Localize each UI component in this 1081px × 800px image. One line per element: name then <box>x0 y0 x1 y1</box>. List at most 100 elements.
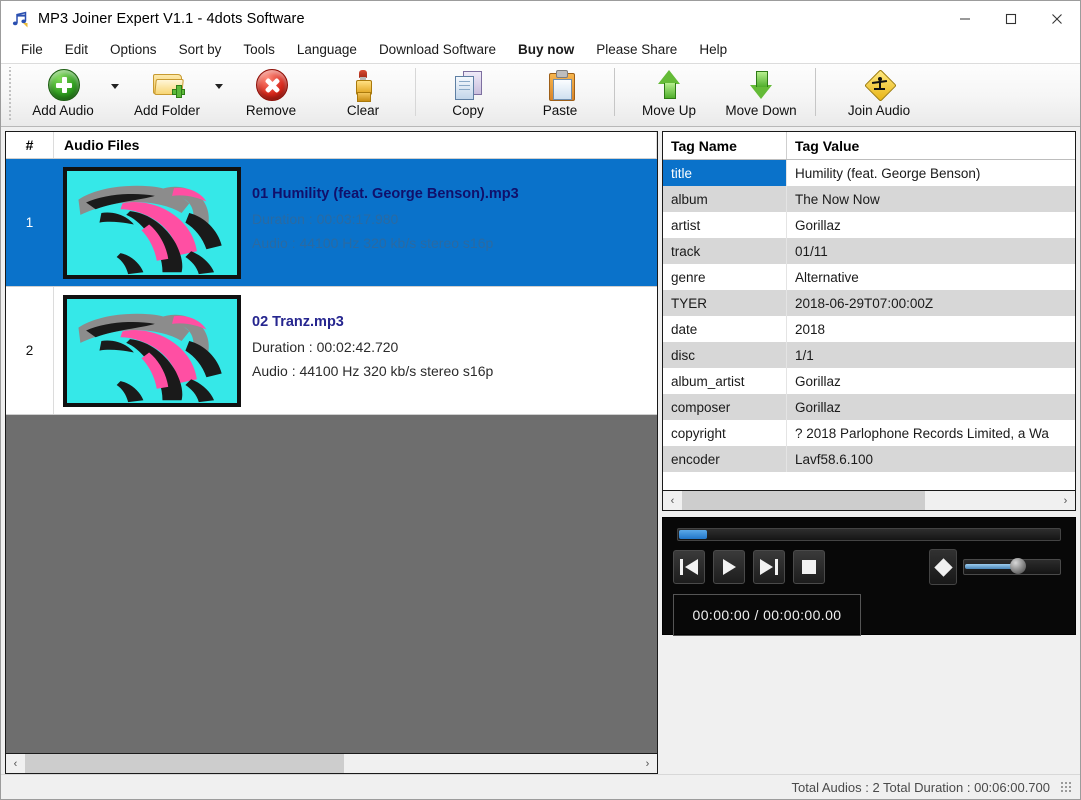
resize-grip[interactable] <box>1060 781 1072 793</box>
close-button[interactable] <box>1034 1 1080 36</box>
mute-icon[interactable] <box>929 549 957 585</box>
join-audio-button[interactable]: Join Audio <box>824 64 934 122</box>
application-window: MP3 Joiner Expert V1.1 - 4dots Software … <box>0 0 1081 800</box>
copy-button[interactable]: Copy <box>422 64 514 122</box>
media-player: 00:00:00 / 00:00:00.00 <box>662 517 1076 636</box>
main-content: # Audio Files 1 01 Humility (feat. Georg… <box>1 127 1080 774</box>
audio-list-horizontal-scrollbar[interactable]: ‹ › <box>6 753 657 773</box>
table-row[interactable]: composer Gorillaz <box>663 394 1075 420</box>
add-audio-dropdown-icon[interactable] <box>109 64 121 122</box>
clear-brush-icon <box>346 69 380 102</box>
status-bar: Total Audios : 2 Total Duration : 00:06:… <box>1 774 1080 799</box>
menu-download-software[interactable]: Download Software <box>368 38 507 61</box>
row-metadata: 01 Humility (feat. George Benson).mp3 Du… <box>250 159 657 286</box>
table-row[interactable]: encoder Lavf58.6.100 <box>663 446 1075 472</box>
tag-name: date <box>663 316 787 342</box>
table-row[interactable]: artist Gorillaz <box>663 212 1075 238</box>
scroll-left-icon[interactable]: ‹ <box>663 491 682 510</box>
table-row[interactable]: genre Alternative <box>663 264 1075 290</box>
tag-value: Gorillaz <box>787 368 1075 394</box>
move-down-arrow-icon <box>744 69 778 101</box>
menu-sort-by[interactable]: Sort by <box>168 38 233 61</box>
tag-value: Gorillaz <box>787 212 1075 238</box>
window-controls <box>942 1 1080 36</box>
transport-controls <box>673 549 1065 585</box>
tag-name: TYER <box>663 290 787 316</box>
remove-label: Remove <box>245 103 297 118</box>
scrollbar-thumb[interactable] <box>25 754 344 773</box>
table-row[interactable]: track 01/11 <box>663 238 1075 264</box>
menu-please-share[interactable]: Please Share <box>585 38 688 61</box>
stop-icon[interactable] <box>793 550 825 584</box>
minimize-button[interactable] <box>942 1 988 36</box>
volume-controls <box>929 549 1065 585</box>
tag-table-panel: Tag Name Tag Value title Humility (feat.… <box>662 131 1076 511</box>
tag-name: genre <box>663 264 787 290</box>
volume-level <box>965 564 1015 569</box>
table-row[interactable]: album_artist Gorillaz <box>663 368 1075 394</box>
table-row[interactable]: TYER 2018-06-29T07:00:00Z <box>663 290 1075 316</box>
toolbar-separator-3 <box>815 68 816 116</box>
play-icon[interactable] <box>713 550 745 584</box>
window-title: MP3 Joiner Expert V1.1 - 4dots Software <box>38 10 305 27</box>
row-audio-info: Audio : 44100 Hz 320 kb/s stereo s16p <box>252 363 494 379</box>
add-folder-button[interactable]: Add Folder <box>121 64 213 122</box>
scrollbar-track[interactable] <box>25 754 638 773</box>
row-index: 1 <box>6 159 54 286</box>
table-row[interactable]: 1 01 Humility (feat. George Benson).mp3 … <box>6 159 657 287</box>
paste-icon <box>543 69 577 101</box>
table-row[interactable]: 2 02 Tranz.mp3 Duration: 00:02:42.720 A… <box>6 287 657 415</box>
menu-edit[interactable]: Edit <box>54 38 99 61</box>
seek-slider[interactable] <box>677 528 1061 541</box>
menu-file[interactable]: File <box>10 38 54 61</box>
album-art-cell <box>54 159 250 286</box>
toolbar-separator-2 <box>614 68 615 116</box>
clear-button[interactable]: Clear <box>317 64 409 122</box>
tag-table-horizontal-scrollbar[interactable]: ‹ › <box>663 490 1075 510</box>
table-row[interactable]: date 2018 <box>663 316 1075 342</box>
previous-track-icon[interactable] <box>673 550 705 584</box>
menu-buy-now[interactable]: Buy now <box>507 38 585 61</box>
move-down-button[interactable]: Move Down <box>715 64 807 122</box>
scrollbar-track[interactable] <box>682 491 1056 510</box>
tag-value: The Now Now <box>787 186 1075 212</box>
add-audio-button[interactable]: Add Audio <box>17 64 109 122</box>
volume-slider[interactable] <box>963 558 1061 575</box>
table-row[interactable]: title Humility (feat. George Benson) <box>663 160 1075 186</box>
remove-button[interactable]: Remove <box>225 64 317 122</box>
row-duration: Duration : 00:03:17.980 <box>252 211 399 227</box>
tag-name: album_artist <box>663 368 787 394</box>
menu-bar: File Edit Options Sort by Tools Language… <box>1 36 1080 64</box>
join-audio-label: Join Audio <box>847 103 911 118</box>
menu-tools[interactable]: Tools <box>232 38 286 61</box>
menu-help[interactable]: Help <box>688 38 738 61</box>
add-folder-dropdown-icon[interactable] <box>213 64 225 122</box>
audio-file-list-panel: # Audio Files 1 01 Humility (feat. Georg… <box>5 131 658 774</box>
scroll-right-icon[interactable]: › <box>1056 491 1075 510</box>
move-up-button[interactable]: Move Up <box>623 64 715 122</box>
table-row[interactable]: disc 1/1 <box>663 342 1075 368</box>
scroll-right-icon[interactable]: › <box>638 754 657 773</box>
column-header-number[interactable]: # <box>6 132 54 158</box>
paste-button[interactable]: Paste <box>514 64 606 122</box>
volume-knob[interactable] <box>1010 558 1026 574</box>
move-up-label: Move Up <box>641 103 697 118</box>
menu-language[interactable]: Language <box>286 38 368 61</box>
maximize-button[interactable] <box>988 1 1034 36</box>
row-audio-info: Audio : 44100 Hz 320 kb/s stereo s16p <box>252 235 494 251</box>
scrollbar-thumb[interactable] <box>682 491 926 510</box>
tag-value: 1/1 <box>787 342 1075 368</box>
table-row[interactable]: album The Now Now <box>663 186 1075 212</box>
toolbar-grip[interactable] <box>7 67 13 121</box>
next-track-icon[interactable] <box>753 550 785 584</box>
column-header-tag-value[interactable]: Tag Value <box>787 132 1075 159</box>
paste-label: Paste <box>542 103 578 118</box>
column-header-tag-name[interactable]: Tag Name <box>663 132 787 159</box>
clear-label: Clear <box>346 103 380 118</box>
menu-options[interactable]: Options <box>99 38 168 61</box>
scroll-left-icon[interactable]: ‹ <box>6 754 25 773</box>
music-note-icon <box>11 10 29 28</box>
tag-name: track <box>663 238 787 264</box>
table-row[interactable]: copyright ? 2018 Parlophone Records Limi… <box>663 420 1075 446</box>
column-header-audio-files[interactable]: Audio Files <box>54 132 657 158</box>
